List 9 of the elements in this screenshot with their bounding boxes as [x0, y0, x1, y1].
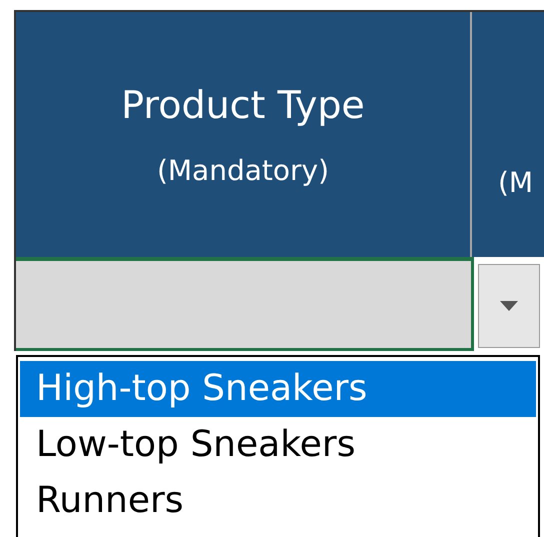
selected-cell[interactable]	[16, 257, 474, 351]
column-header: Product Type	[121, 82, 365, 128]
dropdown-option[interactable]: Runners	[20, 473, 536, 529]
dropdown-option[interactable]: High-top Sneakers	[20, 361, 536, 417]
caret-icon	[500, 301, 518, 311]
dropdown-option[interactable]: Low-top Sneakers	[20, 417, 536, 473]
dropdown-button[interactable]	[478, 264, 540, 348]
column-note: (M	[498, 164, 534, 200]
column-note: (Mandatory)	[156, 152, 330, 188]
